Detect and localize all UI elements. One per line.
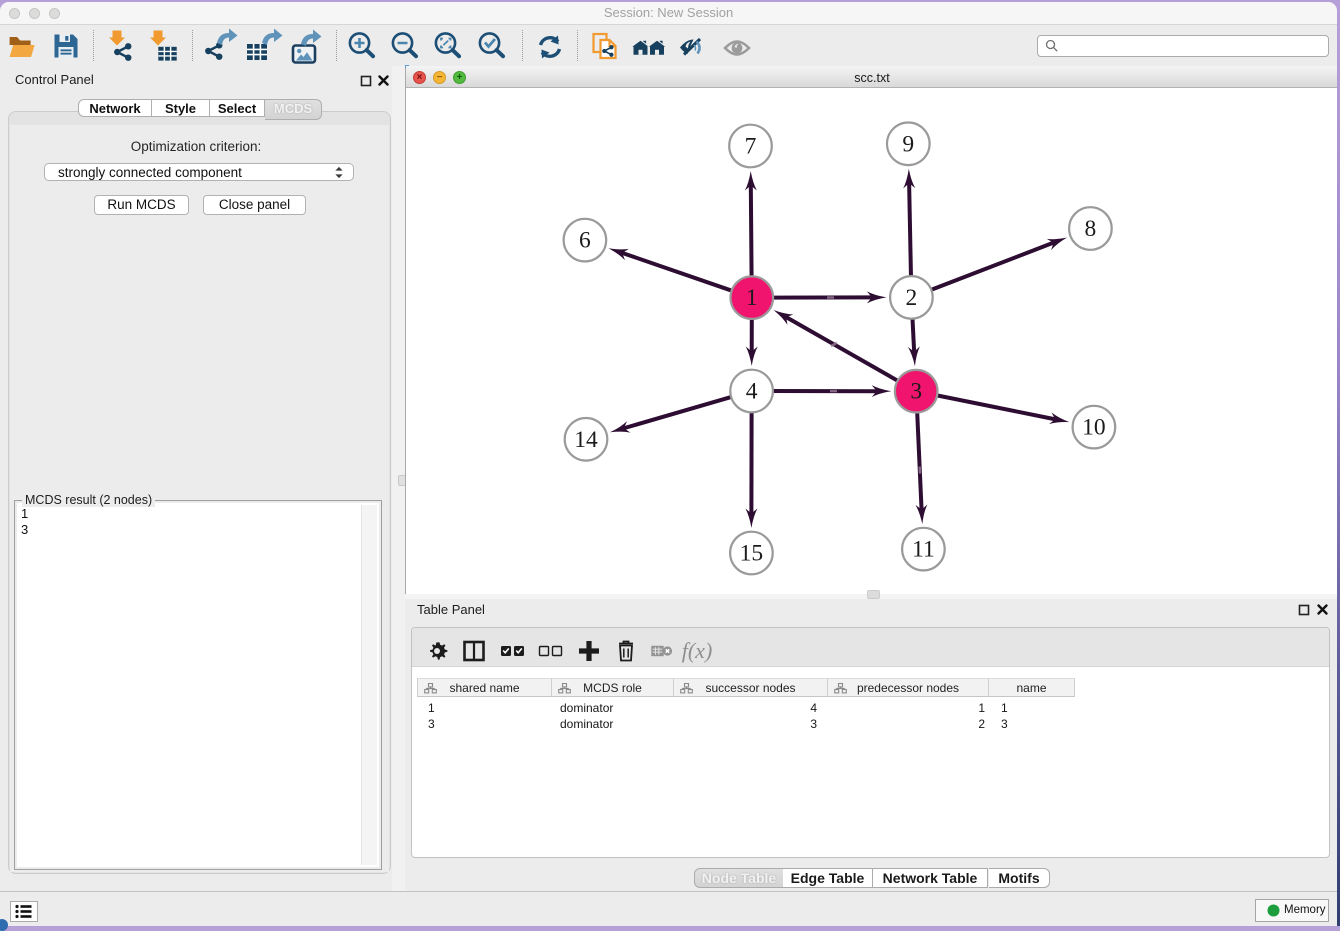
svg-text:7: 7 — [745, 134, 757, 160]
svg-text:10: 10 — [1082, 415, 1106, 441]
svg-text:4: 4 — [746, 379, 758, 405]
svg-text:14: 14 — [574, 427, 598, 453]
svg-text:9: 9 — [902, 131, 914, 157]
svg-text:f(x): f(x) — [682, 638, 713, 663]
svg-text:8: 8 — [1085, 216, 1097, 242]
svg-text:11: 11 — [912, 537, 935, 563]
svg-text:3: 3 — [910, 379, 922, 405]
svg-text:2: 2 — [906, 285, 918, 311]
svg-text:1: 1 — [746, 285, 758, 311]
svg-text:15: 15 — [740, 541, 764, 567]
svg-text:6: 6 — [579, 228, 591, 254]
